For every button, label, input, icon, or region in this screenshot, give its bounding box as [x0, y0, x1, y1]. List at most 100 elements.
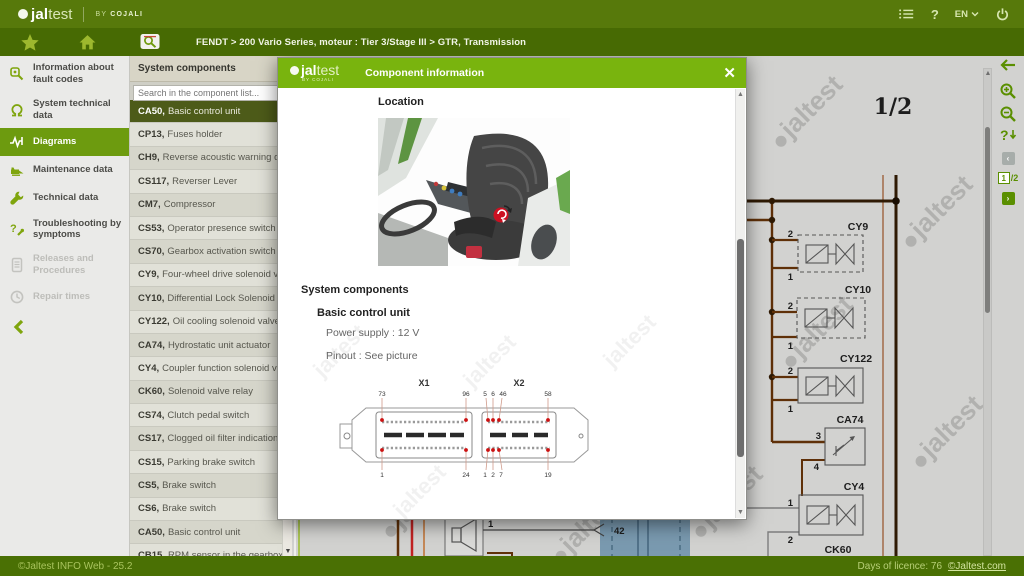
component-cy10[interactable]: CY10 2 1 [788, 284, 872, 352]
zoom-in-icon[interactable] [992, 82, 1024, 100]
location-heading: Location [378, 96, 424, 108]
current-page: 1 [998, 172, 1010, 184]
modal-scrollbar[interactable]: ▲ ▼ [735, 89, 745, 518]
sidebar-item-technical-data[interactable]: Technical data [0, 184, 129, 212]
sidebar-item-troubleshooting[interactable]: ? Troubleshooting by symptoms [0, 212, 129, 248]
pin-number: 6 [491, 391, 495, 398]
component-label: CY4 [844, 481, 865, 493]
diagrams-icon [9, 134, 33, 150]
scroll-up-arrow-icon[interactable]: ▲ [984, 70, 992, 77]
jaltest-logo-icon [290, 66, 299, 75]
power-icon[interactable] [995, 7, 1010, 22]
wrench-icon [9, 190, 33, 206]
scroll-down-arrow-icon[interactable]: ▼ [736, 509, 745, 516]
home-icon[interactable] [78, 33, 97, 51]
pin-number: 2 [788, 535, 793, 546]
component-name: Clogged oil filter indication switch [167, 433, 292, 444]
modal-header: jaltest BY COJALI Component information … [278, 58, 746, 88]
sidebar-item-fault-codes[interactable]: Information about fault codes [0, 56, 129, 92]
sidebar-item-maintenance-data[interactable]: Maintenance data [0, 156, 129, 184]
pin-number: 73 [378, 391, 386, 398]
brand-text-light: test [48, 6, 72, 23]
scroll-up-arrow-icon[interactable]: ▲ [736, 91, 745, 98]
pin-number: 4 [814, 462, 820, 473]
component-cy122[interactable]: CY122 2 1 [788, 353, 873, 415]
breadcrumb[interactable]: FENDT > 200 Vario Series, moteur : Tier … [196, 37, 526, 48]
language-selector[interactable]: EN [955, 9, 979, 20]
watermark: jaltest [598, 309, 661, 372]
component-cy9[interactable]: CY9 2 1 [788, 221, 869, 283]
component-name: Fuses holder [167, 129, 222, 140]
sidebar-item-label: Repair times [33, 291, 90, 303]
close-icon[interactable]: ✕ [723, 66, 736, 81]
pin-number: 19 [544, 472, 552, 479]
favorite-star-icon[interactable] [20, 33, 40, 52]
top-header-bar: jal test BY COJALI ? EN [0, 0, 1024, 28]
component-code: CA74, [138, 340, 165, 351]
component-search-input[interactable] [133, 85, 289, 101]
sidebar-item-label: Troubleshooting by symptoms [33, 218, 125, 242]
pin-number: 1 [788, 272, 794, 283]
component-list-item[interactable]: CA50,Basic control unit [130, 100, 292, 123]
component-list-item[interactable]: CA50,Basic control unit [130, 521, 292, 544]
component-list-item[interactable]: CS5,Brake switch [130, 474, 292, 497]
component-name: Oil cooling solenoid valve [173, 316, 280, 327]
component-list-item[interactable]: CY9,Four-wheel drive solenoid valve [130, 264, 292, 287]
component-list-item[interactable]: CY122,Oil cooling solenoid valve [130, 311, 292, 334]
component-label-ck60: CK60 [825, 544, 852, 556]
sidebar-item-system-technical-data[interactable]: System technical data [0, 92, 129, 128]
component-list-item[interactable]: CS53,Operator presence switch [130, 217, 292, 240]
component-list-item[interactable]: CS15,Parking brake switch [130, 451, 292, 474]
component-list-item[interactable]: CM7,Compressor [130, 194, 292, 217]
highlighted-connector-area[interactable] [600, 518, 690, 556]
warning-buzzer-symbol[interactable] [445, 518, 483, 556]
component-list-item[interactable]: CY10,Differential Lock Solenoid valve [130, 287, 292, 310]
component-list-item[interactable]: CB15,RPM sensor in the gearbox output [130, 544, 292, 556]
language-code: EN [955, 9, 968, 20]
component-code: CA50, [138, 527, 165, 538]
diagram-scrollbar[interactable]: ▲ [983, 68, 992, 556]
component-list-item[interactable]: CS17,Clogged oil filter indication switc… [130, 427, 292, 450]
pin-number: 58 [544, 391, 552, 398]
pin-number: 1 [788, 498, 794, 509]
help-icon[interactable]: ? [931, 7, 939, 22]
pin-number: 1 [788, 404, 794, 415]
fault-codes-icon [9, 66, 33, 82]
component-list-item[interactable]: CH9,Reverse acoustic warning device [130, 147, 292, 170]
scrollbar-thumb[interactable] [985, 127, 990, 313]
pinout-value: Pinout : See picture [326, 350, 418, 362]
zoom-out-icon[interactable] [992, 105, 1024, 123]
component-list-item[interactable]: CS117,Reverser Lever [130, 170, 292, 193]
component-list-item[interactable]: CP13,Fuses holder [130, 123, 292, 146]
scrollbar-thumb[interactable] [737, 239, 744, 457]
collapse-sidebar-button[interactable] [0, 311, 129, 340]
pin-number: 24 [462, 472, 470, 479]
scroll-down-arrow-icon[interactable]: ▼ [283, 548, 293, 555]
jaltest-logo-icon [18, 9, 28, 19]
previous-page-icon: ‹ [1002, 152, 1015, 165]
component-cy4[interactable]: CY4 1 2 [788, 481, 865, 546]
diagram-help-icon[interactable]: ? [992, 126, 1024, 144]
back-arrow-icon[interactable] [992, 58, 1024, 72]
component-list-item[interactable]: CS70,Gearbox activation switch [130, 240, 292, 263]
cojali-label: COJALI [110, 11, 143, 18]
jaltest-link[interactable]: ©Jaltest.com [948, 561, 1006, 572]
vehicle-selection-icon[interactable] [139, 32, 162, 52]
component-ca74[interactable]: CA74 3 4 [814, 414, 865, 473]
component-list-item[interactable]: CS6,Brake switch [130, 498, 292, 521]
brand-text-bold: jal [301, 63, 317, 77]
component-list-item[interactable]: CA74,Hydrostatic unit actuator [130, 334, 292, 357]
component-list-item[interactable]: CK60,Solenoid valve relay [130, 381, 292, 404]
component-name: Reverser Lever [172, 176, 237, 187]
connector-x1-label: X1 [418, 378, 429, 388]
next-page-button[interactable]: › [992, 192, 1024, 205]
component-list-item[interactable]: CS74,Clutch pedal switch [130, 404, 292, 427]
component-list-item[interactable]: CY4,Coupler function solenoid valve [130, 357, 292, 380]
menu-list-icon[interactable] [897, 6, 915, 22]
question-wrench-icon: ? [9, 221, 33, 237]
sidebar-item-diagrams[interactable]: Diagrams [0, 128, 129, 156]
component-code: CS5, [138, 480, 159, 491]
previous-page-button[interactable]: ‹ [992, 152, 1024, 165]
by-label: BY [95, 11, 107, 18]
power-supply-value: Power supply : 12 V [326, 327, 419, 339]
